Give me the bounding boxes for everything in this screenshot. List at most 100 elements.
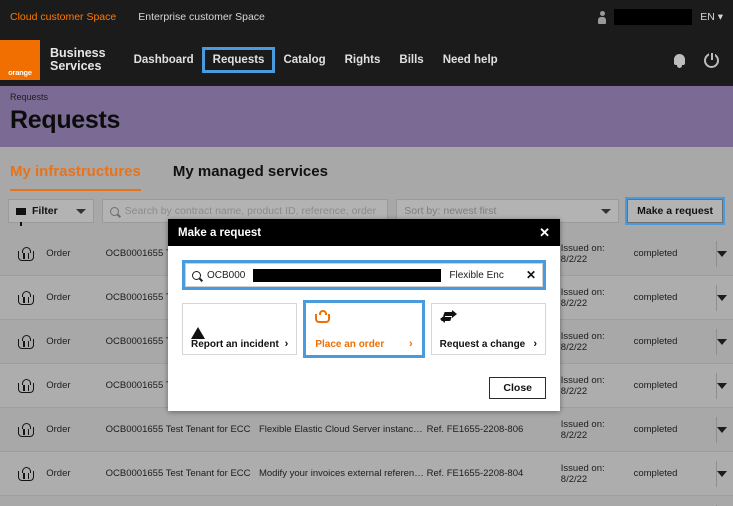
row-issued-label: Issued on:: [560, 330, 605, 342]
basket-icon: [18, 290, 35, 305]
warning-triangle-icon: [191, 310, 205, 339]
exchange-arrows-icon: [439, 309, 457, 323]
chevron-down-icon: [717, 294, 728, 301]
option-request-a-change[interactable]: Request a change ›: [430, 303, 546, 355]
row-issued-label: Issued on:: [560, 242, 605, 254]
row-description: Flexible Elastic Cloud Server instances …: [258, 424, 427, 435]
row-tenant: OCB0001655 Test Tenant for ECC: [105, 424, 251, 435]
chevron-down-icon: [75, 208, 86, 214]
chevron-right-icon: ›: [408, 338, 413, 350]
row-icon: [6, 378, 46, 393]
row-icon: [6, 466, 46, 481]
nav-item-requests[interactable]: Requests: [201, 47, 276, 73]
language-selector[interactable]: EN ▾: [700, 11, 723, 23]
row-status: completed: [633, 248, 678, 259]
close-button[interactable]: Close: [489, 377, 546, 399]
clear-search-icon[interactable]: ✕: [526, 268, 536, 282]
option-place-an-order[interactable]: Place an order ›: [303, 300, 425, 358]
table-row[interactable]: Order OCB0001655 Test Tenant for ECC Fle…: [0, 496, 733, 506]
dialog-search-value-suffix: Flexible Enc: [449, 269, 504, 281]
row-actions-toggle[interactable]: [716, 416, 728, 443]
dialog-footer: Close: [168, 365, 560, 411]
chevron-down-icon: [717, 250, 728, 257]
row-issued-date: 8/2/22: [560, 473, 588, 485]
orange-logo[interactable]: orange: [0, 40, 40, 80]
row-issued-date: 8/2/22: [560, 297, 588, 309]
row-actions-toggle[interactable]: [716, 328, 728, 355]
topbar-link-cloud-customer-space[interactable]: Cloud customer Space: [10, 11, 116, 23]
utility-bar: Cloud customer Space Enterprise customer…: [0, 0, 733, 34]
request-type-options: Report an incident › Place an order › Re…: [182, 300, 546, 358]
row-type: Order: [46, 424, 71, 435]
row-issued-date: 8/2/22: [560, 341, 588, 353]
option-label: Report an incident: [191, 338, 279, 350]
row-actions-toggle[interactable]: [716, 460, 728, 487]
row-status: completed: [633, 292, 678, 303]
row-tenant: OCB0001655 Test Tenant for ECC: [105, 468, 251, 479]
row-icon: [6, 422, 46, 437]
row-issued-date: 8/2/22: [560, 429, 588, 441]
user-icon[interactable]: [598, 10, 607, 24]
power-logout-icon[interactable]: [704, 52, 719, 68]
row-status: completed: [633, 336, 678, 347]
option-label: Place an order: [315, 338, 385, 350]
row-issued: Issued on: 8/2/22: [561, 243, 634, 265]
row-actions-toggle[interactable]: [716, 240, 728, 267]
nav-right-actions: [673, 52, 733, 68]
basket-icon: [18, 246, 35, 261]
basket-icon: [18, 422, 35, 437]
basket-icon: [18, 334, 35, 349]
table-row[interactable]: Order OCB0001655 Test Tenant for ECC Mod…: [0, 452, 733, 496]
nav-item-bills[interactable]: Bills: [391, 50, 431, 70]
row-issued: Issued on: 8/2/22: [561, 331, 634, 353]
tab-bar: My infrastructures My managed services: [0, 147, 733, 191]
filter-funnel-icon: [16, 207, 26, 226]
row-actions-toggle[interactable]: [716, 284, 728, 311]
nav-item-dashboard[interactable]: Dashboard: [126, 50, 202, 70]
table-row[interactable]: Order OCB0001655 Test Tenant for ECC Fle…: [0, 408, 733, 452]
chevron-down-icon: [601, 208, 612, 214]
close-icon[interactable]: ✕: [539, 226, 550, 239]
row-issued-label: Issued on:: [560, 286, 605, 298]
search-icon: [109, 206, 119, 216]
filter-dropdown[interactable]: Filter: [8, 199, 94, 226]
row-issued: Issued on: 8/2/22: [561, 287, 634, 309]
notification-bell-icon[interactable]: [673, 53, 686, 68]
tab-my-infrastructures[interactable]: My infrastructures: [10, 163, 141, 191]
chevron-down-icon: [717, 382, 728, 389]
nav-item-rights[interactable]: Rights: [337, 50, 389, 70]
dialog-title: Make a request: [178, 226, 262, 239]
topbar-link-enterprise-customer-space[interactable]: Enterprise customer Space: [138, 11, 265, 23]
app-root: Cloud customer Space Enterprise customer…: [0, 0, 733, 506]
row-reference: Ref. FE1655-2208-804: [426, 468, 524, 479]
nav-item-need-help[interactable]: Need help: [435, 50, 506, 70]
option-label: Request a change: [439, 338, 526, 350]
row-type: Order: [46, 380, 71, 391]
utility-bar-right: EN ▾: [598, 9, 723, 25]
dialog-search-input[interactable]: OCB000 Flexible Enc ✕: [185, 263, 543, 287]
row-icon: [6, 334, 46, 349]
breadcrumb[interactable]: Requests: [10, 92, 723, 102]
chevron-down-icon: [717, 338, 728, 345]
basket-icon: [18, 466, 35, 481]
row-actions-toggle[interactable]: [716, 372, 728, 399]
brand-line-2: Services: [50, 59, 102, 73]
row-issued-label: Issued on:: [560, 462, 605, 474]
chevron-right-icon: ›: [284, 338, 289, 350]
row-issued-label: Issued on:: [560, 374, 605, 386]
row-status: completed: [633, 468, 678, 479]
row-issued: Issued on: 8/2/22: [561, 419, 634, 441]
chevron-down-icon: [717, 470, 728, 477]
dialog-body: OCB000 Flexible Enc ✕ Report an incident…: [168, 246, 560, 365]
option-report-an-incident[interactable]: Report an incident ›: [182, 303, 298, 355]
row-type: Order: [46, 468, 71, 479]
row-issued-label: Issued on:: [560, 418, 605, 430]
row-icon: [6, 290, 46, 305]
nav-item-catalog[interactable]: Catalog: [275, 50, 333, 70]
make-a-request-button[interactable]: Make a request: [625, 197, 725, 225]
row-issued: Issued on: 8/2/22: [561, 375, 634, 397]
row-issued-date: 8/2/22: [560, 385, 588, 397]
row-type: Order: [46, 248, 71, 259]
search-icon: [192, 270, 201, 280]
tab-my-managed-services[interactable]: My managed services: [173, 163, 328, 191]
